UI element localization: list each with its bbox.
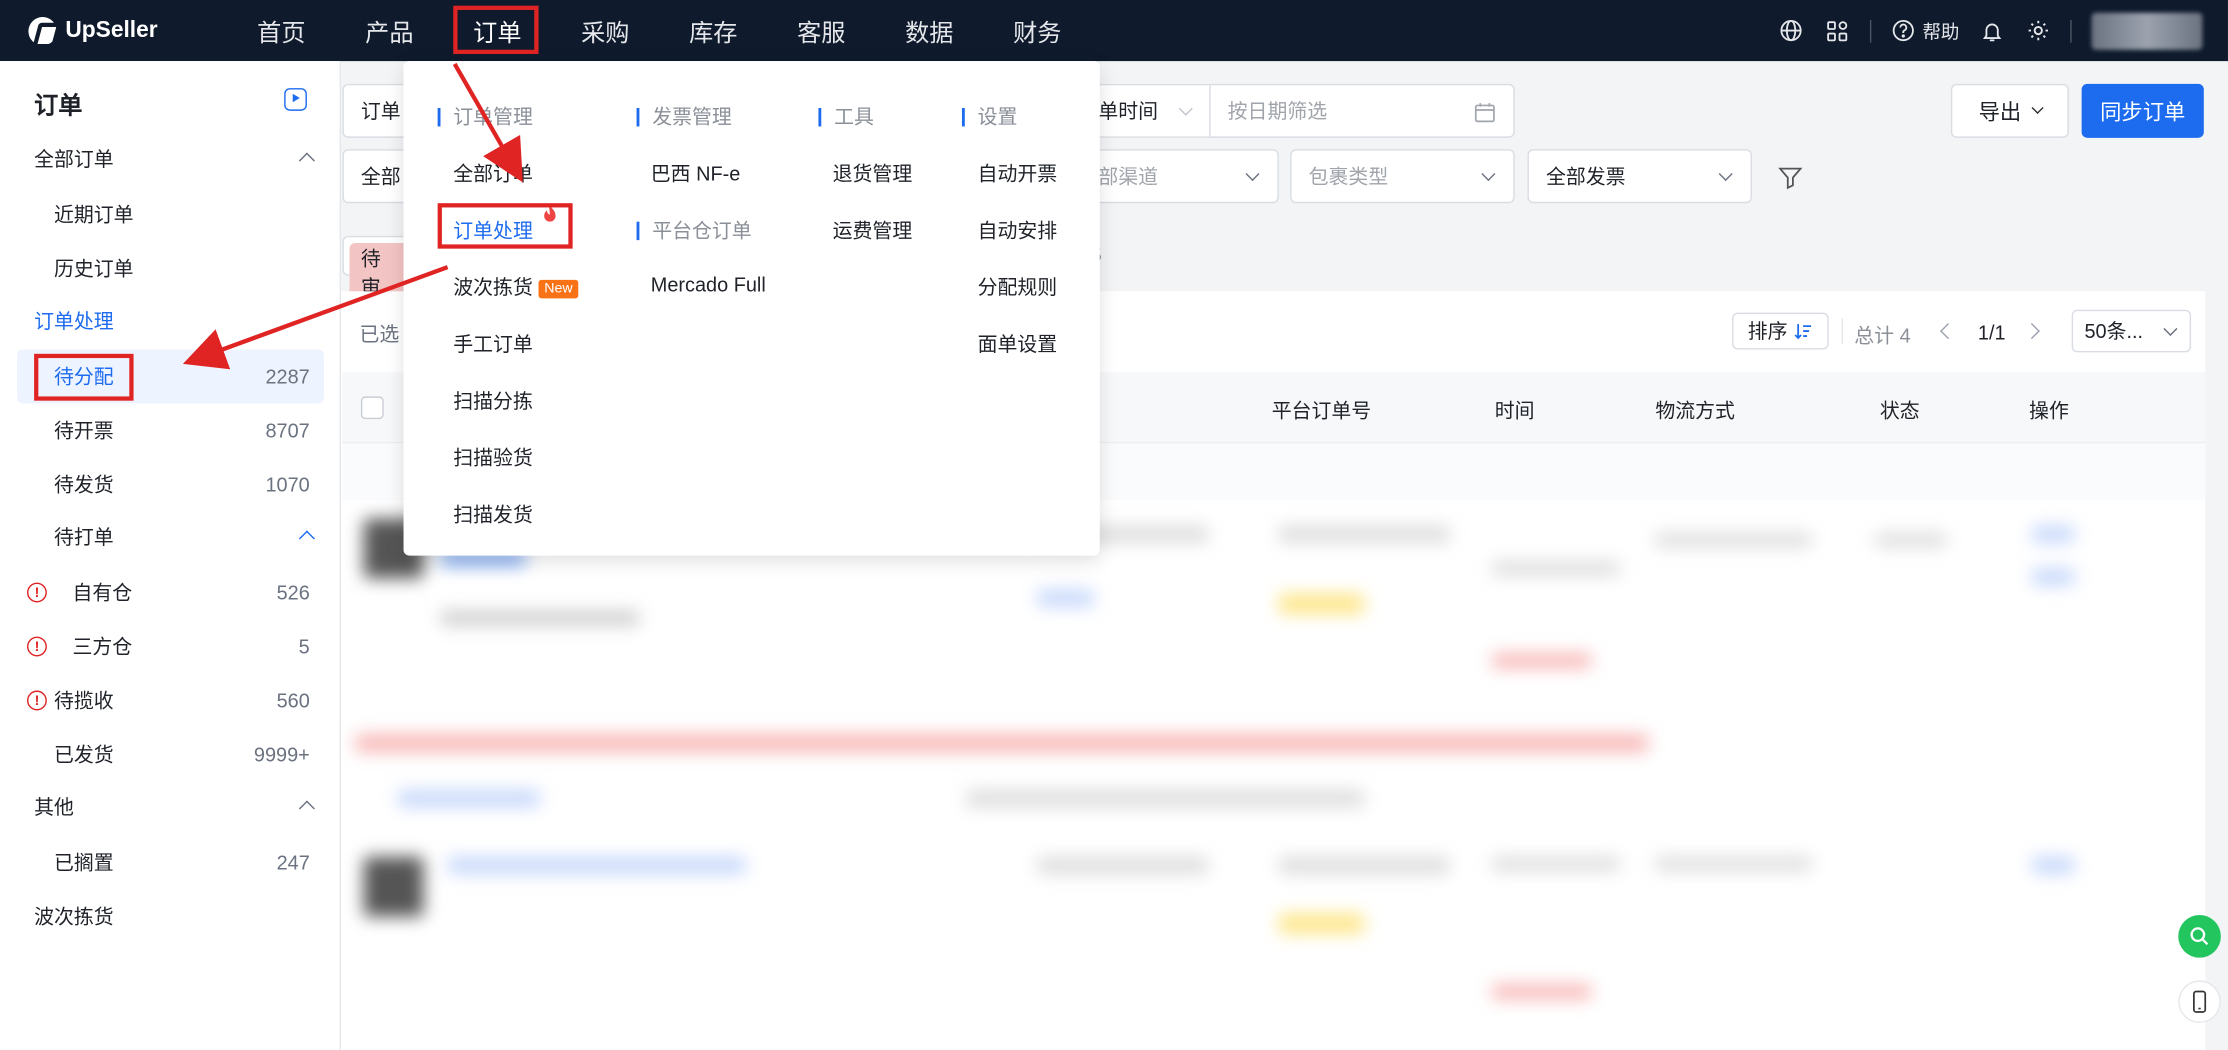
col-status: 状态 [1879,399,1920,423]
help-circle-icon [1892,19,1914,42]
globe-icon[interactable] [1779,18,1805,44]
table-row[interactable] [355,779,2202,1035]
col-shipping: 物流方式 [1655,399,1735,423]
warning-icon: ! [26,582,47,603]
help-button[interactable]: 帮助 [1891,17,1959,44]
menu-item-wave-picking[interactable]: 波次拣货 New [453,273,579,301]
main-nav: 首页 产品 订单 采购 库存 客服 数据 财务 [227,0,1091,61]
brand-name: UpSeller [65,17,158,42]
sort-icon [1794,324,1812,340]
col-platform-order-no: 平台订单号 [1271,399,1372,423]
sync-orders-button[interactable]: 同步订单 [2081,83,2204,138]
page-indicator: 1/1 [1977,321,2006,344]
sidebar-item-to-print[interactable]: 待打单 [0,510,341,564]
package-type-select[interactable]: 包裹类型 [1290,149,1515,204]
export-button[interactable]: 导出 [1950,83,2069,138]
new-badge: New [538,279,579,299]
selected-count: 已选 [359,322,400,346]
col-actions: 操作 [2029,399,2069,423]
nav-products[interactable]: 产品 [335,0,443,61]
bell-icon[interactable] [1979,18,2005,44]
nav-finance[interactable]: 财务 [983,0,1091,61]
chevron-up-icon [298,530,315,547]
total-count: 总计 4 [1854,323,1911,347]
divider [1869,19,1872,42]
menu-item-scan-inspect[interactable]: 扫描验货 [453,443,533,471]
help-label: 帮助 [1922,21,1960,43]
sidebar-group-all-orders[interactable]: 全部订单 [0,132,341,186]
menu-item-auto-invoice[interactable]: 自动开票 [978,159,1058,187]
account-avatar[interactable] [2091,12,2203,50]
top-nav-bar: UpSeller 首页 产品 订单 采购 库存 客服 数据 财务 帮助 [0,0,2228,62]
menu-item-returns[interactable]: 退货管理 [833,159,913,187]
sidebar-item-shelved[interactable]: 已搁置 247 [0,835,341,889]
nav-data[interactable]: 数据 [875,0,983,61]
menu-section-tools: 工具 [818,102,874,130]
collapse-sidebar-icon[interactable] [284,88,307,111]
chevron-down-icon [2030,101,2043,115]
top-right-tools: 帮助 [1779,0,2203,61]
divider [2070,19,2072,42]
nav-orders[interactable]: 订单 [443,0,551,61]
orders-dropdown-menu [403,61,1100,556]
warning-icon: ! [26,690,47,711]
nav-home[interactable]: 首页 [227,0,335,61]
chevron-up-icon [298,152,315,169]
search-icon [2190,927,2209,946]
sidebar-item-history-orders[interactable]: 历史订单 [0,242,341,296]
menu-section-platform-warehouse: 平台仓订单 [637,216,751,244]
mobile-float-button[interactable] [2178,980,2221,1024]
sidebar-title: 订单 [34,92,83,120]
search-float-button[interactable] [2178,915,2221,958]
menu-item-all-orders[interactable]: 全部订单 [453,159,533,187]
error-message-row [355,718,2202,775]
sidebar-item-third-party-warehouse[interactable]: ! 三方仓 5 [0,620,341,674]
menu-section-order-management: 订单管理 [438,102,533,130]
sidebar-item-to-ship[interactable]: 待发货 1070 [0,458,341,512]
invoice-select[interactable]: 全部发票 [1527,149,1752,204]
menu-item-manual-orders[interactable]: 手工订单 [453,330,533,358]
status-tab[interactable]: 待审 [342,235,411,303]
sidebar-item-recent-orders[interactable]: 近期订单 [0,188,341,242]
brand-logo[interactable]: UpSeller [28,16,184,45]
menu-item-mercado-full[interactable]: Mercado Full [651,273,766,296]
sidebar-item-wave-picking[interactable]: 波次拣货 [0,889,341,943]
sidebar-item-shipped[interactable]: 已发货 9999+ [0,728,341,782]
apps-grid-icon[interactable] [1824,18,1850,44]
calendar-icon [1474,103,1495,123]
date-filter-input[interactable]: 按日期筛选 [1209,83,1515,138]
nav-purchasing[interactable]: 采购 [551,0,659,61]
page-size-select[interactable]: 50条... [2071,309,2192,353]
sidebar-group-other[interactable]: 其他 [0,780,341,834]
menu-section-settings: 设置 [962,102,1018,130]
sidebar-item-to-invoice[interactable]: 待开票 8707 [0,404,341,458]
highlight-box [437,203,573,249]
mobile-phone-icon [2193,990,2207,1013]
channel-select[interactable]: 部渠道 [1079,149,1279,204]
menu-item-scan-sort[interactable]: 扫描分拣 [453,386,533,414]
nav-customer-service[interactable]: 客服 [767,0,875,61]
filter-funnel-icon[interactable] [1778,165,1804,191]
divider [1841,318,1843,344]
warning-icon: ! [26,636,47,657]
select-all-checkbox[interactable] [360,396,384,420]
sidebar-item-own-warehouse[interactable]: ! 自有仓 526 [0,566,341,620]
col-time: 时间 [1494,399,1535,423]
sort-button[interactable]: 排序 [1732,312,1829,350]
menu-item-scan-ship[interactable]: 扫描发货 [453,500,533,528]
menu-item-brazil-nfe[interactable]: 巴西 NF-e [651,159,741,187]
nav-inventory[interactable]: 库存 [659,0,767,61]
settings-gear-icon[interactable] [2025,18,2051,44]
menu-section-invoice-management: 发票管理 [637,102,732,130]
highlight-box [34,353,134,401]
menu-item-label-settings[interactable]: 面单设置 [978,330,1058,358]
chevron-up-icon [298,800,315,817]
highlight-box [453,5,539,54]
sidebar-group-order-processing[interactable]: 订单处理 [0,294,341,348]
sidebar-item-to-collect[interactable]: ! 待揽收 560 [0,674,341,728]
menu-item-auto-arrange[interactable]: 自动安排 [978,216,1058,244]
upseller-logo-icon [28,16,57,45]
menu-item-allocation-rules[interactable]: 分配规则 [978,273,1058,301]
menu-item-shipping-fees[interactable]: 运费管理 [833,216,913,244]
